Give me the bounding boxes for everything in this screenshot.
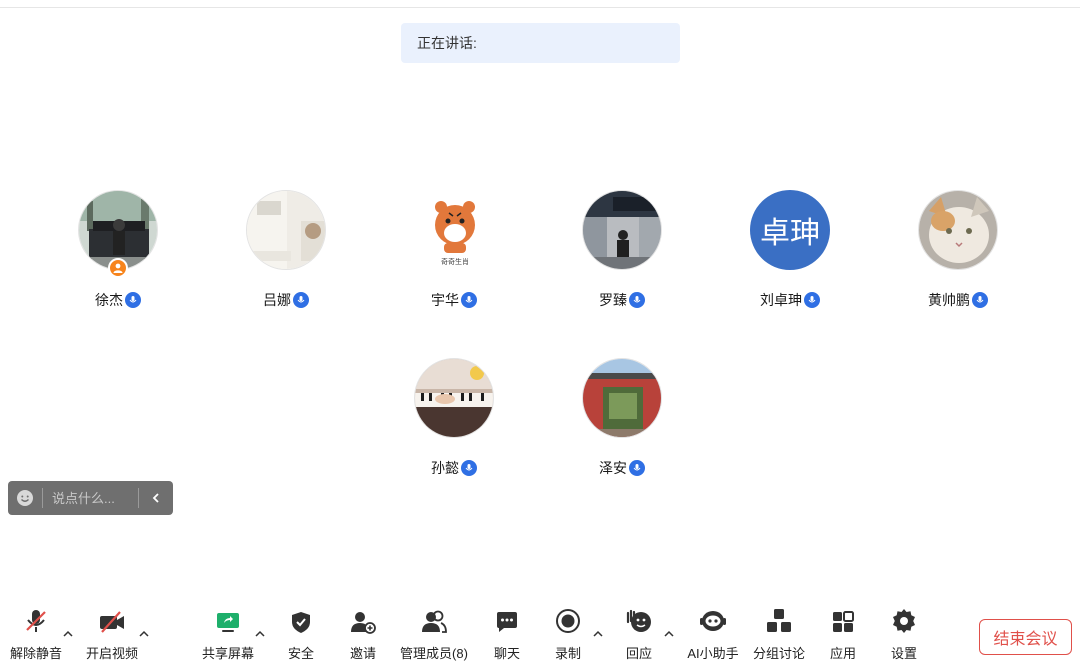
record-button[interactable]: 录制 bbox=[543, 605, 593, 662]
avatar: 卓珅 bbox=[750, 190, 830, 270]
unmute-button[interactable]: 解除静音 bbox=[4, 605, 68, 662]
meeting-toolbar: 解除静音 开启视频 共享屏幕 安全 邀请 管理成员(8) 聊天 录制 回应 AI… bbox=[0, 605, 1080, 662]
mic-icon bbox=[125, 292, 141, 308]
mic-icon bbox=[629, 292, 645, 308]
avatar bbox=[246, 190, 326, 270]
video-off-icon bbox=[98, 605, 126, 634]
participant-tile[interactable]: 吕娜 bbox=[226, 190, 346, 320]
participant-tile[interactable]: 黄帅鹏 bbox=[898, 190, 1018, 320]
share-screen-button[interactable]: 共享屏幕 bbox=[196, 605, 260, 662]
participant-name-row: 宇华 bbox=[394, 290, 514, 310]
chat-quick-bar bbox=[8, 481, 173, 515]
mic-icon bbox=[461, 292, 477, 308]
avatar: 奇奇生肖 bbox=[414, 190, 494, 270]
participant-tile[interactable]: 孙懿 bbox=[394, 358, 514, 488]
apps-grid-icon bbox=[831, 605, 855, 634]
unmute-label: 解除静音 bbox=[9, 646, 62, 661]
members-icon bbox=[420, 605, 448, 634]
participant-name: 刘卓珅 bbox=[760, 292, 802, 308]
participant-tile[interactable]: 卓珅 刘卓珅 bbox=[730, 190, 850, 320]
emoji-icon[interactable] bbox=[8, 481, 42, 515]
participant-tile[interactable]: 罗臻 bbox=[562, 190, 682, 320]
share-screen-label: 共享屏幕 bbox=[201, 646, 254, 661]
avatar bbox=[582, 358, 662, 438]
avatar bbox=[582, 190, 662, 270]
speaking-label: 正在讲话: bbox=[417, 35, 477, 51]
chat-button[interactable]: 聊天 bbox=[482, 605, 532, 662]
participant-name: 泽安 bbox=[599, 460, 627, 476]
shield-icon bbox=[290, 605, 312, 634]
participant-name: 宇华 bbox=[431, 292, 459, 308]
speaking-indicator: 正在讲话: bbox=[401, 23, 680, 63]
host-icon bbox=[108, 258, 128, 278]
record-label: 录制 bbox=[554, 646, 581, 661]
participant-name: 孙懿 bbox=[431, 460, 459, 476]
chat-input[interactable] bbox=[43, 490, 138, 506]
participant-name: 黄帅鹏 bbox=[928, 292, 970, 308]
settings-label: 设置 bbox=[890, 646, 917, 661]
ai-assistant-label: AI小助手 bbox=[687, 646, 739, 661]
mic-icon bbox=[972, 292, 988, 308]
security-button[interactable]: 安全 bbox=[276, 605, 326, 662]
settings-button[interactable]: 设置 bbox=[879, 605, 929, 662]
ai-assistant-button[interactable]: AI小助手 bbox=[684, 605, 742, 662]
gear-icon bbox=[891, 605, 917, 634]
chevron-up-icon[interactable] bbox=[61, 627, 75, 639]
mic-icon bbox=[461, 460, 477, 476]
breakout-icon bbox=[766, 605, 792, 634]
apps-button[interactable]: 应用 bbox=[818, 605, 868, 662]
chevron-up-icon[interactable] bbox=[137, 627, 151, 639]
participant-name-row: 徐杰 bbox=[58, 290, 178, 310]
end-meeting-button[interactable]: 结束会议 bbox=[979, 619, 1072, 655]
participant-tile[interactable]: 泽安 bbox=[562, 358, 682, 488]
sticker-caption: 奇奇生肖 bbox=[441, 259, 469, 266]
mic-muted-icon bbox=[24, 605, 48, 634]
chevron-up-icon[interactable] bbox=[591, 627, 605, 639]
mic-icon bbox=[293, 292, 309, 308]
chevron-up-icon[interactable] bbox=[253, 627, 267, 639]
security-label: 安全 bbox=[287, 646, 314, 661]
reaction-button[interactable]: 回应 bbox=[614, 605, 664, 662]
hand-emoji-icon bbox=[625, 605, 653, 634]
chevron-up-icon[interactable] bbox=[662, 627, 676, 639]
mic-icon bbox=[804, 292, 820, 308]
avatar-text: 卓珅 bbox=[760, 216, 820, 251]
robot-icon bbox=[699, 605, 727, 634]
participant-tile[interactable]: 奇奇生肖 宇华 bbox=[394, 190, 514, 320]
participant-tile[interactable]: 徐杰 bbox=[58, 190, 178, 320]
start-video-label: 开启视频 bbox=[85, 646, 138, 661]
participant-name: 罗臻 bbox=[599, 292, 627, 308]
chat-label: 聊天 bbox=[493, 646, 520, 661]
chat-bubble-icon bbox=[495, 605, 519, 634]
start-video-button[interactable]: 开启视频 bbox=[80, 605, 144, 662]
record-icon bbox=[555, 605, 581, 634]
invite-button[interactable]: 邀请 bbox=[338, 605, 388, 662]
participant-name-row: 吕娜 bbox=[226, 290, 346, 310]
add-user-icon bbox=[350, 605, 376, 634]
mic-icon bbox=[629, 460, 645, 476]
breakout-rooms-button[interactable]: 分组讨论 bbox=[750, 605, 808, 662]
avatar bbox=[918, 190, 998, 270]
participant-name-row: 泽安 bbox=[562, 458, 682, 478]
manage-members-label: 管理成员(8) bbox=[400, 646, 468, 661]
participant-name-row: 罗臻 bbox=[562, 290, 682, 310]
participant-name-row: 孙懿 bbox=[394, 458, 514, 478]
participant-name: 徐杰 bbox=[95, 292, 123, 308]
participant-name-row: 黄帅鹏 bbox=[898, 290, 1018, 310]
avatar bbox=[414, 358, 494, 438]
participant-name-row: 刘卓珅 bbox=[730, 290, 850, 310]
reaction-label: 回应 bbox=[625, 646, 652, 661]
share-screen-icon bbox=[215, 605, 241, 634]
participant-name: 吕娜 bbox=[263, 292, 291, 308]
top-divider bbox=[0, 7, 1080, 8]
apps-label: 应用 bbox=[829, 646, 856, 661]
chevron-left-icon[interactable] bbox=[139, 481, 173, 515]
invite-label: 邀请 bbox=[349, 646, 376, 661]
manage-members-button[interactable]: 管理成员(8) bbox=[396, 605, 472, 662]
breakout-label: 分组讨论 bbox=[752, 646, 805, 661]
